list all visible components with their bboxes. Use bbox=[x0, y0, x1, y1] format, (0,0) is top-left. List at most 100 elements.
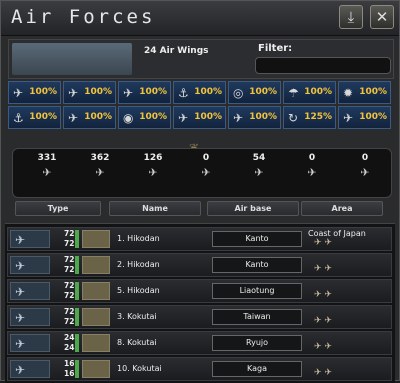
wing-emblem-icon bbox=[82, 230, 110, 248]
mission-efficiency-value: 100% bbox=[84, 87, 112, 97]
aircraft-image bbox=[12, 43, 132, 75]
air-wing-row[interactable]: ✈ 24 24 8. Kokutai Ryujo ✈ ✈ bbox=[7, 331, 392, 355]
mission-cell[interactable]: ✹ 100% bbox=[338, 81, 391, 104]
cas-icon: ✈ bbox=[123, 86, 134, 100]
wing-area: Coast of Japan bbox=[308, 229, 366, 238]
wing-name: 2. Hikodan bbox=[117, 260, 160, 269]
aircraft-type-icon: ✈ bbox=[10, 256, 50, 274]
air-base-selector[interactable]: Taiwan bbox=[212, 309, 302, 325]
close-icon: ✕ bbox=[375, 8, 389, 26]
filter-input[interactable] bbox=[255, 57, 391, 74]
mission-plane-icon: ✈ ✈ bbox=[314, 238, 332, 248]
aircraft-count-cell: 362 ✈ bbox=[74, 153, 126, 193]
naval-strike-icon: ⚓ bbox=[13, 111, 24, 125]
wing-strength-value: 16 bbox=[64, 359, 75, 368]
wing-name: 8. Kokutai bbox=[117, 338, 157, 347]
mission-cell[interactable]: ✈ 100% bbox=[63, 106, 116, 129]
wing-max-strength-value: 72 bbox=[64, 265, 75, 274]
mission-efficiency-value: 100% bbox=[249, 87, 277, 97]
paradrop-icon: ☂ bbox=[288, 86, 299, 100]
mission-cell[interactable]: ◉ 100% bbox=[118, 106, 171, 129]
air-wing-row[interactable]: ✈ 72 72 5. Hikodan Liaotung ✈ ✈ bbox=[7, 279, 392, 303]
minimize-button[interactable]: ⤓ bbox=[339, 5, 363, 29]
air-wing-row[interactable]: ✈ 16 16 10. Kokutai Kaga ✈ ✈ bbox=[7, 357, 392, 381]
wing-name: 5. Hikodan bbox=[117, 286, 160, 295]
aircraft-count-value: 331 bbox=[37, 153, 57, 163]
aircraft-type-icon: ✈ bbox=[10, 282, 50, 300]
naval-bomber-icon: ✈ bbox=[233, 111, 244, 125]
mission-plane-icon: ✈ ✈ bbox=[314, 368, 332, 378]
target-icon: ◎ bbox=[233, 86, 244, 100]
mission-plane-icon: ✈ ✈ bbox=[314, 290, 332, 300]
strength-bar bbox=[75, 230, 79, 248]
mission-cell[interactable]: ✈ 100% bbox=[63, 81, 116, 104]
wing-emblem-icon bbox=[82, 308, 110, 326]
mission-efficiency-grid: ✈ 100% ✈ 100% ✈ 100% ⚓ 100% ◎ 100% ☂ 100% ✹ 100% ⚓ 100%… bbox=[8, 81, 392, 129]
mission-efficiency-value: 100% bbox=[139, 87, 167, 97]
aircraft-count-value: 54 bbox=[252, 153, 266, 163]
column-header-area[interactable]: Area bbox=[301, 201, 383, 216]
column-header-air-base[interactable]: Air base bbox=[207, 201, 299, 216]
aircraft-count-cell: 54 ✈ bbox=[233, 153, 285, 193]
air-base-selector[interactable]: Ryujo bbox=[212, 335, 302, 351]
aircraft-count-cell: 0 ✈ bbox=[180, 153, 232, 193]
heavy-fighter-silhouette-icon: ✈ bbox=[95, 166, 105, 179]
mission-plane-icon: ✈ ✈ bbox=[314, 316, 332, 326]
mission-cell[interactable]: ✈ 100% bbox=[173, 106, 226, 129]
mission-cell[interactable]: ✈ 100% bbox=[338, 106, 391, 129]
air-wing-list[interactable]: ✈ 72 72 1. Hikodan Kanto Coast of Japan ✈ ✈ ✈ 72… bbox=[5, 223, 395, 383]
aircraft-count-value: 362 bbox=[90, 153, 110, 163]
window-title: Air Forces bbox=[11, 6, 156, 28]
strength-bar bbox=[75, 256, 79, 274]
wing-strength-value: 72 bbox=[64, 307, 75, 316]
air-wing-row[interactable]: ✈ 72 72 3. Kokutai Taiwan ✈ ✈ bbox=[7, 305, 392, 329]
mission-cell[interactable]: ⚓ 100% bbox=[8, 106, 61, 129]
air-wing-row[interactable]: ✈ 72 72 2. Hikodan Kanto ✈ ✈ bbox=[7, 253, 392, 277]
close-button[interactable]: ✕ bbox=[370, 5, 394, 29]
wing-emblem-icon bbox=[82, 360, 110, 378]
mission-cell[interactable]: ☂ 100% bbox=[283, 81, 336, 104]
mission-efficiency-value: 100% bbox=[139, 112, 167, 122]
wing-max-strength-value: 72 bbox=[64, 239, 75, 248]
aircraft-count-value: 0 bbox=[202, 153, 210, 163]
collapse-icon: ⤓ bbox=[347, 8, 355, 26]
wing-max-strength-value: 72 bbox=[64, 317, 75, 326]
mission-efficiency-value: 100% bbox=[29, 87, 57, 97]
strength-bar bbox=[75, 360, 79, 378]
fighter-silhouette-icon: ✈ bbox=[42, 166, 52, 179]
mission-efficiency-value: 100% bbox=[29, 112, 57, 122]
air-base-selector[interactable]: Kaga bbox=[212, 361, 302, 377]
mission-cell[interactable]: ⚓ 100% bbox=[173, 81, 226, 104]
air-base-selector[interactable]: Liaotung bbox=[212, 283, 302, 299]
air-base-selector[interactable]: Kanto bbox=[212, 231, 302, 247]
mission-cell[interactable]: ✈ 100% bbox=[8, 81, 61, 104]
air-forces-window: Air Forces ⤓ ✕ 24 Air Wings Filter: ✈ 100… bbox=[0, 0, 400, 383]
header-panel: 24 Air Wings Filter: bbox=[8, 39, 394, 79]
mission-cell[interactable]: ✈ 100% bbox=[228, 106, 281, 129]
aircraft-count-value: 126 bbox=[143, 153, 163, 163]
aircraft-count-value: 0 bbox=[361, 153, 369, 163]
mission-efficiency-value: 100% bbox=[359, 112, 387, 122]
mission-cell[interactable]: ✈ 100% bbox=[118, 81, 171, 104]
aircraft-type-icon: ✈ bbox=[10, 334, 50, 352]
aircraft-count-value: 0 bbox=[308, 153, 316, 163]
wing-emblem-icon bbox=[82, 334, 110, 352]
aircraft-count-cell: 331 ✈ bbox=[21, 153, 73, 193]
air-wings-count: 24 Air Wings bbox=[144, 46, 209, 56]
tactical-bomber-silhouette-icon: ✈ bbox=[201, 166, 211, 179]
mission-cell[interactable]: ◎ 100% bbox=[228, 81, 281, 104]
strength-bar bbox=[75, 334, 79, 352]
air-base-selector[interactable]: Kanto bbox=[212, 257, 302, 273]
column-header-type[interactable]: Type bbox=[15, 201, 101, 216]
air-wing-row[interactable]: ✈ 72 72 1. Hikodan Kanto Coast of Japan ✈ ✈ bbox=[7, 227, 392, 251]
wing-emblem-icon bbox=[82, 282, 110, 300]
mission-efficiency-value: 100% bbox=[359, 87, 387, 97]
mission-cell[interactable]: ↻ 125% bbox=[283, 106, 336, 129]
mission-efficiency-value: 100% bbox=[194, 87, 222, 97]
port-strike-icon: ⚓ bbox=[178, 86, 189, 100]
column-header-name[interactable]: Name bbox=[109, 201, 201, 216]
mission-plane-icon: ✈ ✈ bbox=[314, 342, 332, 352]
strength-bar bbox=[75, 282, 79, 300]
strategic-bomber-silhouette-icon: ✈ bbox=[307, 166, 317, 179]
wing-name: 3. Kokutai bbox=[117, 312, 157, 321]
